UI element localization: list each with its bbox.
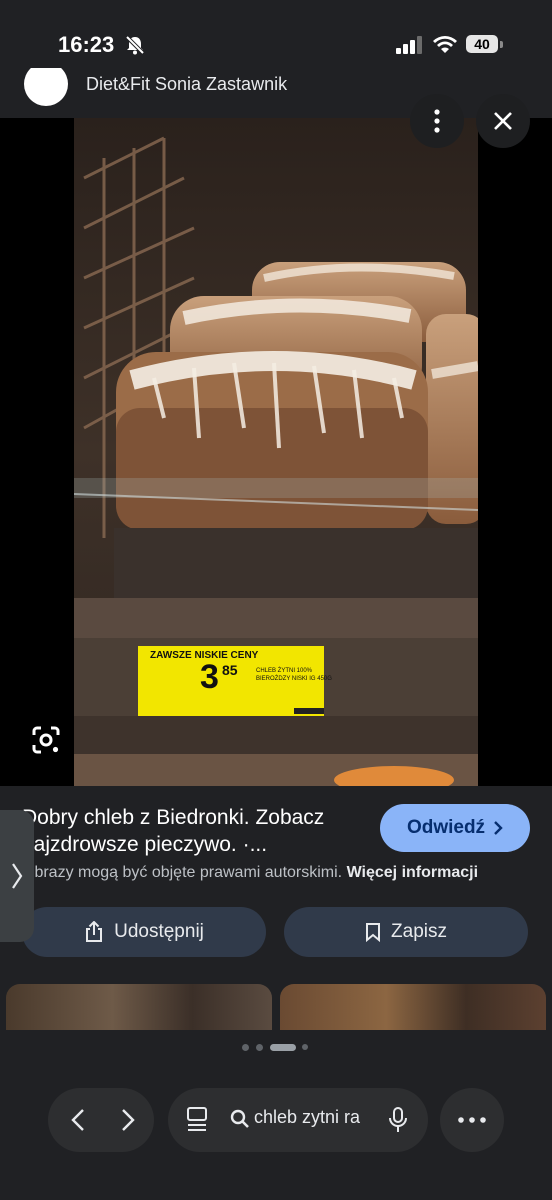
related-images [0,984,552,1030]
share-icon [86,921,103,942]
bottom-toolbar: chleb zytni ra [0,1054,552,1200]
search-query[interactable]: chleb zytni ra [254,1107,368,1128]
product-line2: BIEROŻDZY NISKI IG 450G [256,676,332,682]
save-button[interactable]: Zapisz [284,907,528,957]
page-dot [256,1044,263,1051]
lens-icon[interactable] [28,722,64,758]
close-button[interactable] [476,94,530,148]
more-info-link[interactable]: Więcej informacji [347,864,478,881]
source-logo [24,68,68,106]
forward-button[interactable] [104,1088,152,1152]
forward-icon [122,1109,135,1131]
battery-indicator: 40 [466,35,498,53]
chevron-right-icon [12,863,23,889]
related-image-2[interactable] [280,984,546,1030]
address-bar[interactable]: chleb zytni ra [168,1088,428,1152]
source-name: Diet&Fit Sonia Zastawnik [86,74,288,94]
close-icon [494,112,512,130]
copyright-notice: Obrazy mogą być objęte prawami autorskim… [22,864,542,882]
status-time: 16:23 [58,32,115,57]
bread-photo[interactable]: ZAWSZE NISKIE CENY 3 85 CHLEB ŻYTNI 100%… [74,118,478,786]
wifi-icon [433,36,457,53]
page-dot-active [270,1044,296,1051]
tabs-icon[interactable] [186,1106,208,1132]
side-panel-tab[interactable] [0,810,34,942]
price-main: 3 [200,658,219,696]
mic-icon[interactable] [388,1106,408,1134]
image-viewer: ZAWSZE NISKIE CENY 3 85 CHLEB ŻYTNI 100%… [0,94,552,786]
product-line1: CHLEB ŻYTNI 100% [256,668,313,674]
chevron-right-icon [494,821,503,835]
back-button[interactable] [54,1088,102,1152]
share-button[interactable]: Udostępnij [22,907,266,957]
more-horiz-icon [458,1117,486,1123]
copyright-text: Obrazy mogą być objęte prawami autorskim… [22,864,343,881]
more-menu-button[interactable] [440,1088,504,1152]
related-image-1[interactable] [6,984,272,1030]
back-icon [71,1109,84,1131]
price-cents: 85 [222,662,238,678]
page-dot [302,1044,308,1050]
signal-icon [396,36,422,54]
battery-tip [500,41,503,48]
more-vert-icon [434,109,440,133]
search-icon [230,1109,249,1128]
visit-button[interactable]: Odwiedź [380,804,530,852]
visit-label: Odwiedź [406,817,486,838]
navigation-group [48,1088,154,1152]
save-label: Zapisz [391,921,447,942]
bookmark-icon [366,923,381,942]
page-indicator [0,1042,552,1054]
page-dot [242,1044,249,1051]
price-tag: ZAWSZE NISKIE CENY 3 85 CHLEB ŻYTNI 100%… [138,646,332,716]
result-title[interactable]: Dobry chleb z Biedronki. Zobacz najzdrow… [22,804,372,858]
share-label: Udostępnij [114,921,204,942]
source-row[interactable]: Diet&Fit Sonia Zastawnik [0,68,552,118]
bell-slash-icon [125,35,145,55]
more-options-button[interactable] [410,94,464,148]
